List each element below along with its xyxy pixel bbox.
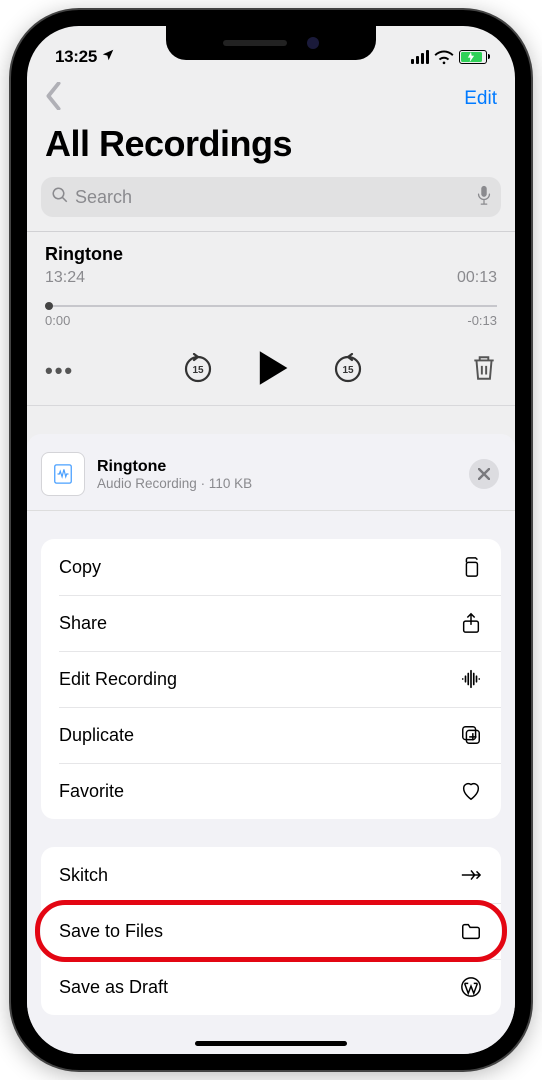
share-file-subtitle: Audio Recording · 110 KB [97, 476, 457, 491]
file-thumbnail-icon [41, 452, 85, 496]
dictate-icon[interactable] [477, 185, 491, 210]
status-time: 13:25 [55, 47, 97, 67]
recording-timestamp: 13:24 [45, 269, 85, 287]
action-label: Favorite [59, 781, 124, 802]
heart-icon [459, 779, 483, 803]
location-icon [101, 47, 115, 67]
recording-duration: 00:13 [457, 269, 497, 287]
delete-button[interactable] [471, 354, 497, 387]
search-placeholder: Search [75, 187, 471, 208]
action-save-as-draft[interactable]: Save as Draft [41, 959, 501, 1015]
action-label: Copy [59, 557, 101, 578]
page-title: All Recordings [27, 119, 515, 177]
waveform-icon [459, 667, 483, 691]
duplicate-icon [459, 723, 483, 747]
wifi-icon [434, 50, 454, 64]
scrub-start: 0:00 [45, 313, 70, 328]
scrub-end: -0:13 [467, 313, 497, 328]
skip-back-15-button[interactable]: 15 [183, 353, 213, 388]
back-button[interactable] [45, 82, 62, 115]
home-indicator[interactable] [195, 1041, 347, 1046]
battery-icon [459, 50, 487, 64]
skip-forward-15-button[interactable]: 15 [333, 353, 363, 388]
search-field[interactable]: Search [41, 177, 501, 217]
folder-icon [459, 919, 483, 943]
svg-text:15: 15 [192, 365, 204, 376]
action-skitch[interactable]: Skitch [41, 847, 501, 903]
action-label: Edit Recording [59, 669, 177, 690]
share-file-name: Ringtone [97, 458, 457, 476]
action-label: Save to Files [59, 921, 163, 942]
action-label: Duplicate [59, 725, 134, 746]
skitch-arrow-icon [459, 863, 483, 887]
scrubber[interactable]: 0:00 -0:13 [45, 305, 497, 328]
action-save-to-files[interactable]: Save to Files [41, 903, 501, 959]
action-label: Save as Draft [59, 977, 168, 998]
action-duplicate[interactable]: Duplicate [41, 707, 501, 763]
action-label: Share [59, 613, 107, 634]
cellular-icon [411, 50, 429, 64]
search-icon [51, 186, 69, 209]
play-button[interactable] [257, 350, 289, 391]
close-button[interactable] [469, 459, 499, 489]
action-edit-recording[interactable]: Edit Recording [41, 651, 501, 707]
wordpress-icon [459, 975, 483, 999]
more-button[interactable]: ••• [45, 358, 74, 384]
edit-button[interactable]: Edit [464, 88, 497, 110]
action-share[interactable]: Share [41, 595, 501, 651]
action-copy[interactable]: Copy [41, 539, 501, 595]
copy-icon [459, 555, 483, 579]
recording-title: Ringtone [45, 244, 497, 265]
action-label: Skitch [59, 865, 108, 886]
svg-text:15: 15 [342, 365, 354, 376]
action-favorite[interactable]: Favorite [41, 763, 501, 819]
share-icon [459, 611, 483, 635]
